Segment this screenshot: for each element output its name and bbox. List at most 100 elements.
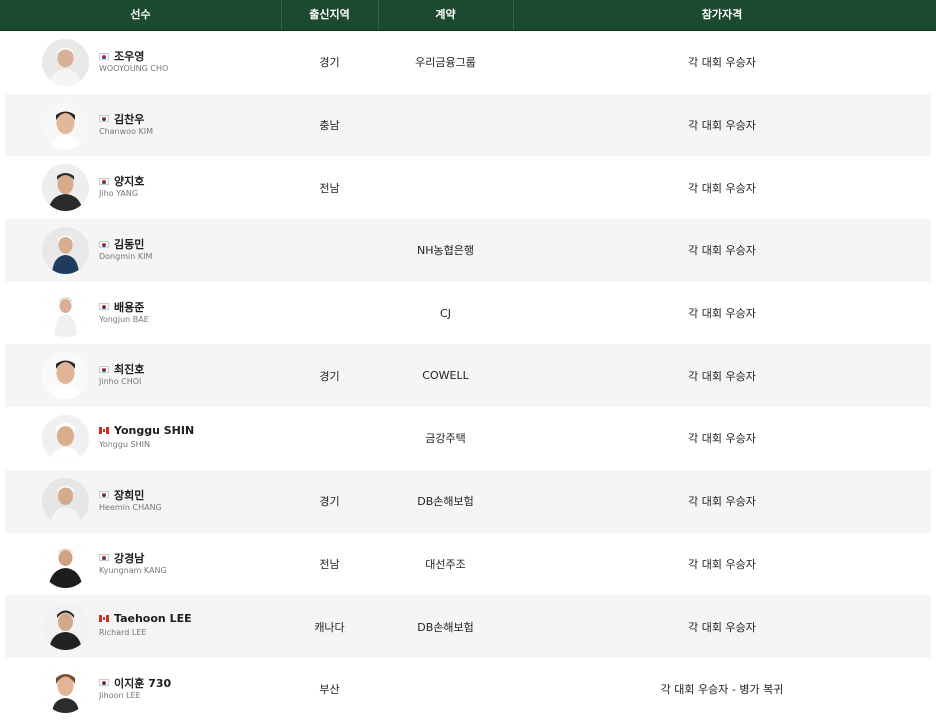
korea-flag-icon — [99, 240, 109, 248]
region-cell: 전남 — [319, 557, 340, 571]
player-cell[interactable]: 김찬우 Chanwoo KIM — [5, 94, 281, 157]
player-name-english: Kyungnam KANG — [99, 565, 167, 575]
player-avatar — [42, 477, 89, 525]
qualification-cell: 각 대회 우승자 — [688, 181, 756, 195]
canada-flag-icon — [99, 615, 109, 623]
player-avatar — [42, 603, 89, 651]
qualification-cell: 각 대회 우승자 — [688, 307, 756, 321]
table-row[interactable]: 김동민 Dongmin KIM NH농협은행 각 대회 우승자 — [5, 219, 931, 282]
canada-flag-icon — [99, 427, 109, 435]
player-name-english: Jiho YANG — [99, 189, 139, 199]
table-row[interactable]: 양지호 Jiho YANG 전남 각 대회 우승자 — [5, 156, 931, 219]
region-cell: 부산 — [319, 683, 340, 697]
player-cell[interactable]: Yonggu SHIN Yonggu SHIN — [5, 407, 281, 470]
player-avatar — [42, 227, 89, 275]
qualification-cell: 각 대회 우승자 — [688, 432, 756, 446]
table-row[interactable]: 최진호 Jinho CHOI 경기 COWELL 각 대회 우승자 — [5, 344, 931, 408]
sponsor-cell: DB손해보험 — [417, 495, 474, 509]
korea-flag-icon — [99, 177, 109, 185]
player-name-english: Dongmin KIM — [99, 252, 153, 262]
player-name-english: Jihoon LEE — [99, 690, 141, 700]
table-row[interactable]: Yonggu SHIN Yonggu SHIN 금강주택 각 대회 우승자 — [5, 407, 931, 470]
player-avatar — [42, 665, 89, 713]
sponsor-cell — [378, 156, 513, 219]
table-row[interactable]: Taehoon LEE Richard LEE 캐나다 DB손해보험 각 대회 … — [5, 595, 931, 658]
sponsor-cell: NH농협은행 — [417, 244, 474, 258]
qualification-cell: 각 대회 우승자 — [688, 119, 756, 133]
player-cell[interactable]: 조우영 WOOYOUNG CHO — [5, 31, 281, 94]
player-name[interactable]: Yonggu SHIN — [99, 424, 194, 437]
column-header-player: 선수 — [130, 8, 151, 21]
region-cell: 경기 — [319, 56, 340, 70]
table-row[interactable]: 김찬우 Chanwoo KIM 충남 각 대회 우승자 — [5, 93, 931, 157]
player-name-english: Yonggu SHIN — [99, 440, 150, 450]
sponsor-cell: 대선주조 — [425, 557, 466, 571]
table-row[interactable]: 강경남 Kyungnam KANG 전남 대선주조 각 대회 우승자 — [5, 533, 931, 596]
qualification-cell: 각 대회 우승자 — [688, 369, 756, 383]
player-avatar — [42, 101, 89, 149]
qualification-cell: 각 대회 우승자 - 병가 복귀 — [660, 683, 784, 697]
player-table: 선수 출신지역 계약 참가자격 조우영 WOOYOUNG CHO 경기 우리금융… — [0, 0, 936, 726]
region-cell — [281, 219, 378, 282]
region-cell: 충남 — [319, 119, 340, 133]
table-header: 선수 출신지역 계약 참가자격 — [0, 0, 936, 31]
table-row[interactable]: 이지훈 730 Jihoon LEE 부산 각 대회 우승자 - 병가 복귀 — [5, 658, 931, 721]
player-name[interactable]: Taehoon LEE — [99, 612, 192, 625]
player-avatar — [42, 540, 89, 588]
qualification-cell: 각 대회 우승자 — [688, 495, 756, 509]
column-header-sponsor: 계약 — [435, 8, 456, 21]
player-name[interactable]: 배용준 — [99, 299, 144, 315]
korea-flag-icon — [99, 554, 109, 561]
sponsor-cell: CJ — [440, 306, 451, 320]
qualification-cell: 각 대회 우승자 — [688, 244, 756, 258]
player-name-english: Richard LEE — [99, 628, 147, 638]
player-name-english: Jinho CHOI — [99, 377, 142, 387]
region-cell — [281, 407, 378, 470]
player-name[interactable]: 강경남 — [99, 550, 144, 566]
player-name[interactable]: 이지훈 730 — [99, 675, 171, 691]
player-avatar — [42, 415, 89, 463]
table-row[interactable]: 장희민 Heemin CHANG 경기 DB손해보험 각 대회 우승자 — [5, 469, 931, 533]
player-name-english: Chanwoo KIM — [99, 126, 154, 136]
region-cell: 캐나다 — [314, 620, 345, 634]
player-cell[interactable]: 이지훈 730 Jihoon LEE — [5, 658, 281, 721]
player-cell[interactable]: 김동민 Dongmin KIM — [5, 219, 281, 282]
qualification-cell: 각 대회 우승자 — [688, 620, 756, 634]
player-cell[interactable]: 최진호 Jinho CHOI — [5, 344, 281, 407]
player-avatar — [42, 289, 89, 337]
player-cell[interactable]: 배용준 Yongjun BAE — [5, 282, 281, 345]
table-row[interactable]: 조우영 WOOYOUNG CHO 경기 우리금융그룹 각 대회 우승자 — [5, 31, 931, 94]
player-name-english: Heemin CHANG — [99, 502, 162, 512]
column-header-region: 출신지역 — [309, 8, 350, 21]
qualification-cell: 각 대회 우승자 — [688, 557, 756, 571]
sponsor-cell — [378, 94, 513, 157]
korea-flag-icon — [99, 365, 109, 373]
korea-flag-icon — [99, 491, 109, 499]
player-name[interactable]: 양지호 — [99, 173, 144, 189]
player-name[interactable]: 장희민 — [99, 487, 144, 503]
player-avatar — [42, 39, 89, 86]
player-name[interactable]: 조우영 — [99, 48, 144, 64]
region-cell: 경기 — [319, 495, 340, 509]
sponsor-cell: 우리금융그룹 — [415, 56, 476, 70]
korea-flag-icon — [99, 115, 109, 123]
table-body: 조우영 WOOYOUNG CHO 경기 우리금융그룹 각 대회 우승자 김찬우 … — [5, 31, 931, 721]
sponsor-cell — [378, 658, 513, 721]
region-cell: 경기 — [319, 369, 340, 383]
player-name[interactable]: 최진호 — [99, 361, 144, 377]
column-header-qualification: 참가자격 — [701, 8, 743, 21]
player-name[interactable]: 김찬우 — [99, 111, 144, 127]
player-avatar — [42, 352, 89, 400]
player-cell[interactable]: 양지호 Jiho YANG — [5, 156, 281, 219]
sponsor-cell: DB손해보험 — [417, 620, 474, 634]
sponsor-cell: 금강주택 — [425, 432, 466, 446]
korea-flag-icon — [99, 303, 109, 311]
player-cell[interactable]: 장희민 Heemin CHANG — [5, 470, 281, 533]
region-cell: 전남 — [319, 181, 340, 195]
table-row[interactable]: 배용준 Yongjun BAE CJ 각 대회 우승자 — [5, 282, 931, 345]
player-cell[interactable]: Taehoon LEE Richard LEE — [5, 595, 281, 658]
player-cell[interactable]: 강경남 Kyungnam KANG — [5, 533, 281, 596]
korea-flag-icon — [99, 679, 109, 687]
sponsor-cell: COWELL — [422, 369, 469, 383]
player-name[interactable]: 김동민 — [99, 236, 144, 252]
